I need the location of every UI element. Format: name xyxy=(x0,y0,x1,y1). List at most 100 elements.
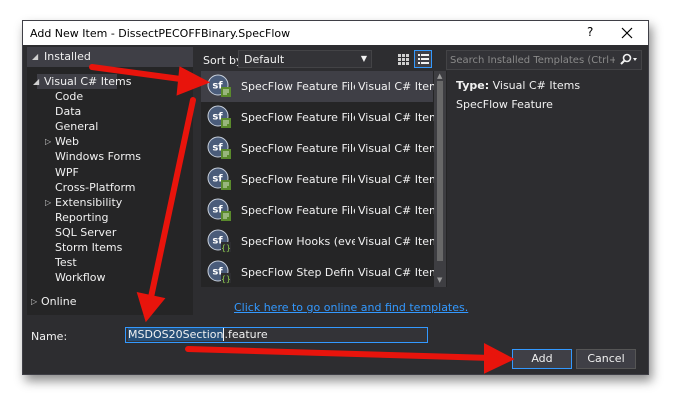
name-extension-text: .feature xyxy=(224,328,268,341)
cancel-button[interactable]: Cancel xyxy=(576,349,636,369)
tree-item-label: Windows Forms xyxy=(55,150,142,164)
tree-item-installed-label: Installed xyxy=(44,50,91,63)
tree-item[interactable]: SQL Server xyxy=(55,225,116,240)
tree-item-label: Web xyxy=(55,135,79,149)
expand-arrow-icon[interactable]: ▷ xyxy=(45,134,51,149)
tree-item-label: Data xyxy=(55,105,82,119)
template-name: SpecFlow Hooks (event bi... xyxy=(241,235,355,248)
close-icon xyxy=(621,27,633,39)
sort-by-dropdown[interactable]: Default ▼ xyxy=(238,50,372,68)
template-list: sf SpecFlow Feature File Visual C# Items sf… xyxy=(201,71,447,287)
template-item[interactable]: sf SpecFlow Feature File (Du...Visual C# … xyxy=(201,102,446,133)
template-item[interactable]: sf SpecFlow Feature File (Ge...Visual C# … xyxy=(201,195,446,226)
specflow-code-icon: sf{} xyxy=(207,229,231,253)
tree-item[interactable]: ▷ Extensibility xyxy=(45,195,123,210)
medium-icons-view-button[interactable] xyxy=(394,50,412,68)
detail-type: Type: Visual C# Items xyxy=(456,79,580,92)
search-input[interactable] xyxy=(450,53,615,67)
specflow-feature-icon: sf xyxy=(207,74,231,98)
specflow-feature-icon: sf xyxy=(207,105,231,129)
template-name: SpecFlow Feature File (Ge... xyxy=(241,204,355,217)
detail-type-label: Type: xyxy=(456,79,490,92)
template-language: Visual C# Items xyxy=(358,80,446,93)
template-language: Visual C# Items xyxy=(358,111,446,124)
collapse-arrow-icon[interactable]: ◢ xyxy=(32,52,38,61)
name-input[interactable]: MSDOS20Section.feature xyxy=(125,327,428,343)
template-item[interactable]: sf{} SpecFlow Hooks (event bi...Visual C#… xyxy=(201,226,446,257)
search-box[interactable] xyxy=(446,50,642,70)
template-item[interactable]: sf SpecFlow Feature File (Fre...Visual C#… xyxy=(201,164,446,195)
close-button[interactable] xyxy=(615,22,639,44)
tree-item-label: Reporting xyxy=(55,210,109,224)
tree-item[interactable]: Workflow xyxy=(55,270,106,285)
tree-item-label: Cross-Platform xyxy=(55,180,136,194)
specflow-feature-icon: sf xyxy=(207,198,231,222)
tree-item-label: General xyxy=(55,120,99,134)
specflow-feature-icon: sf xyxy=(207,136,231,160)
template-language: Visual C# Items xyxy=(358,266,446,279)
tree-item-label: Test xyxy=(55,256,77,270)
svg-text:{}: {} xyxy=(221,275,231,284)
sort-by-value: Default xyxy=(244,53,285,66)
scroll-up-icon[interactable]: ▲ xyxy=(437,72,442,80)
tree-item[interactable]: Storm Items xyxy=(55,240,122,255)
help-button[interactable]: ? xyxy=(587,25,593,39)
window-title: Add New Item - DissectPECOFFBinary.SpecF… xyxy=(30,27,291,40)
template-list-scrollbar[interactable]: ▲ ▼ xyxy=(434,71,446,287)
grid-icon xyxy=(398,54,409,65)
tree-item-installed[interactable]: ◢ Installed xyxy=(27,47,193,67)
template-name: SpecFlow Step Definition xyxy=(241,266,355,279)
name-label: Name: xyxy=(31,330,68,343)
detail-description: SpecFlow Feature xyxy=(456,98,553,111)
expand-arrow-icon[interactable]: ▷ xyxy=(45,195,51,210)
tree-item[interactable]: Code xyxy=(55,89,83,104)
small-icons-view-button[interactable] xyxy=(414,50,432,68)
list-icon xyxy=(418,54,429,64)
detail-type-value: Visual C# Items xyxy=(492,79,581,92)
template-name: SpecFlow Feature File (Fre... xyxy=(241,173,355,186)
add-button[interactable]: Add xyxy=(512,349,572,369)
template-details: Type: Visual C# Items SpecFlow Feature xyxy=(448,73,643,153)
tree-item[interactable]: Data xyxy=(55,104,81,119)
template-language: Visual C# Items xyxy=(358,173,446,186)
tree-item-label: SQL Server xyxy=(55,225,117,239)
template-name: SpecFlow Feature File (En... xyxy=(241,142,355,155)
tree-item-label: Extensibility xyxy=(55,195,123,209)
tree-item-visual-csharp-items[interactable]: ◢ Visual C# Items xyxy=(33,74,132,89)
template-item[interactable]: sf SpecFlow Feature File (En...Visual C# … xyxy=(201,133,446,164)
tree-item[interactable]: Windows Forms xyxy=(55,149,141,164)
title-bar: Add New Item - DissectPECOFFBinary.SpecF… xyxy=(23,21,648,45)
tree-item[interactable]: WPF xyxy=(55,165,79,180)
template-item[interactable]: sf SpecFlow Feature File Visual C# Items xyxy=(201,71,446,102)
tree-item-label: WPF xyxy=(55,165,79,179)
tree-item[interactable]: Reporting xyxy=(55,210,108,225)
template-item[interactable]: sf{} SpecFlow Step DefinitionVisual C# It… xyxy=(201,257,446,288)
tree-item-label: Storm Items xyxy=(55,241,123,254)
tree-item-label: Workflow xyxy=(55,271,106,285)
tree-item[interactable]: Test xyxy=(55,255,77,270)
template-name: SpecFlow Feature File xyxy=(241,80,355,93)
scroll-down-icon[interactable]: ▼ xyxy=(437,276,442,284)
specflow-code-icon: sf{} xyxy=(207,260,231,284)
collapse-arrow-icon[interactable]: ◢ xyxy=(33,74,39,89)
tree-item-label: Visual C# Items xyxy=(44,75,132,88)
tree-item[interactable]: General xyxy=(55,119,98,134)
tree-item-label: Online xyxy=(41,295,77,308)
tree-item-label: Code xyxy=(55,90,84,103)
search-icon[interactable] xyxy=(619,53,639,67)
online-templates-link[interactable]: Click here to go online and find templat… xyxy=(234,301,468,314)
specflow-feature-icon: sf xyxy=(207,167,231,191)
chevron-down-icon: ▼ xyxy=(360,54,367,63)
list-toolbar: Sort by: Default ▼ xyxy=(198,49,438,71)
template-language: Visual C# Items xyxy=(358,204,446,217)
scrollbar-thumb[interactable] xyxy=(437,81,443,261)
template-name: SpecFlow Feature File (Du... xyxy=(241,111,355,124)
name-selected-text: MSDOS20Section xyxy=(128,328,224,341)
tree-item[interactable]: ▷ Web xyxy=(45,134,79,149)
tree-item[interactable]: Cross-Platform xyxy=(55,180,136,195)
template-language: Visual C# Items xyxy=(358,235,446,248)
category-tree: ◢ Installed ◢ Visual C# Items Code Data Ge… xyxy=(27,47,193,315)
svg-text:{}: {} xyxy=(221,244,231,253)
add-new-item-dialog: Add New Item - DissectPECOFFBinary.SpecF… xyxy=(22,20,649,375)
expand-arrow-icon[interactable]: ▷ xyxy=(31,294,37,309)
